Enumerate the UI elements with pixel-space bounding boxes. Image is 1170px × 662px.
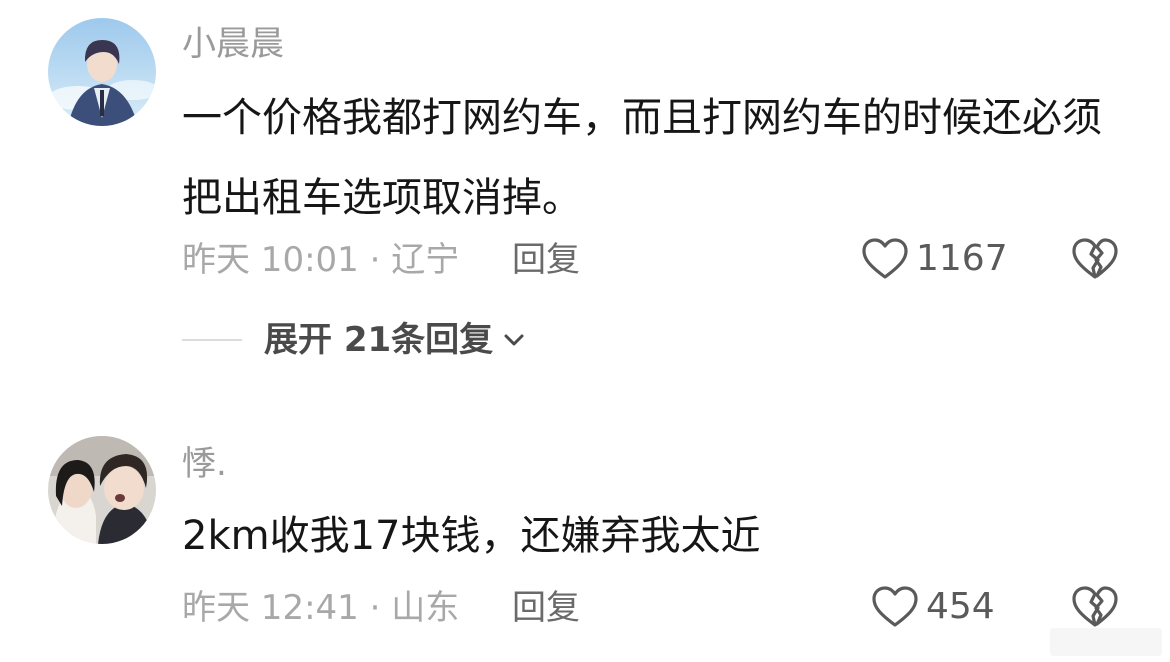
like-count: 1167 — [916, 238, 1008, 279]
dislike-button[interactable] — [1072, 586, 1118, 632]
heart-outline-icon — [862, 238, 908, 279]
comment-text: 一个价格我都打网约车，而且打网约车的时候还必须把出租车选项取消掉。 — [182, 95, 1102, 221]
like-button[interactable]: 1167 — [862, 238, 1008, 280]
reply-button[interactable]: 回复 — [512, 588, 580, 628]
divider-line — [182, 339, 242, 341]
username[interactable]: 小晨晨 — [182, 24, 284, 64]
username[interactable]: 悸. — [182, 444, 227, 484]
avatar[interactable] — [48, 18, 156, 126]
heart-outline-icon — [872, 586, 918, 627]
dislike-button[interactable] — [1072, 238, 1118, 284]
expand-replies-button[interactable]: 展开 21条回复 — [182, 320, 525, 360]
reply-button[interactable]: 回复 — [512, 240, 580, 280]
comment-text: 2km收我17块钱，还嫌弃我太近 — [182, 513, 761, 559]
watermark-overlay — [1050, 628, 1162, 656]
like-button[interactable]: 454 — [872, 586, 995, 628]
like-count: 454 — [926, 586, 995, 627]
chevron-down-icon — [504, 334, 524, 346]
expand-replies-label: 展开 21条回复 — [264, 320, 494, 360]
broken-heart-icon — [1072, 586, 1118, 627]
broken-heart-icon — [1072, 238, 1118, 279]
comment-meta: 昨天 10:01 · 辽宁 — [182, 240, 460, 280]
comment-meta: 昨天 12:41 · 山东 — [182, 588, 460, 628]
avatar[interactable] — [48, 436, 156, 544]
